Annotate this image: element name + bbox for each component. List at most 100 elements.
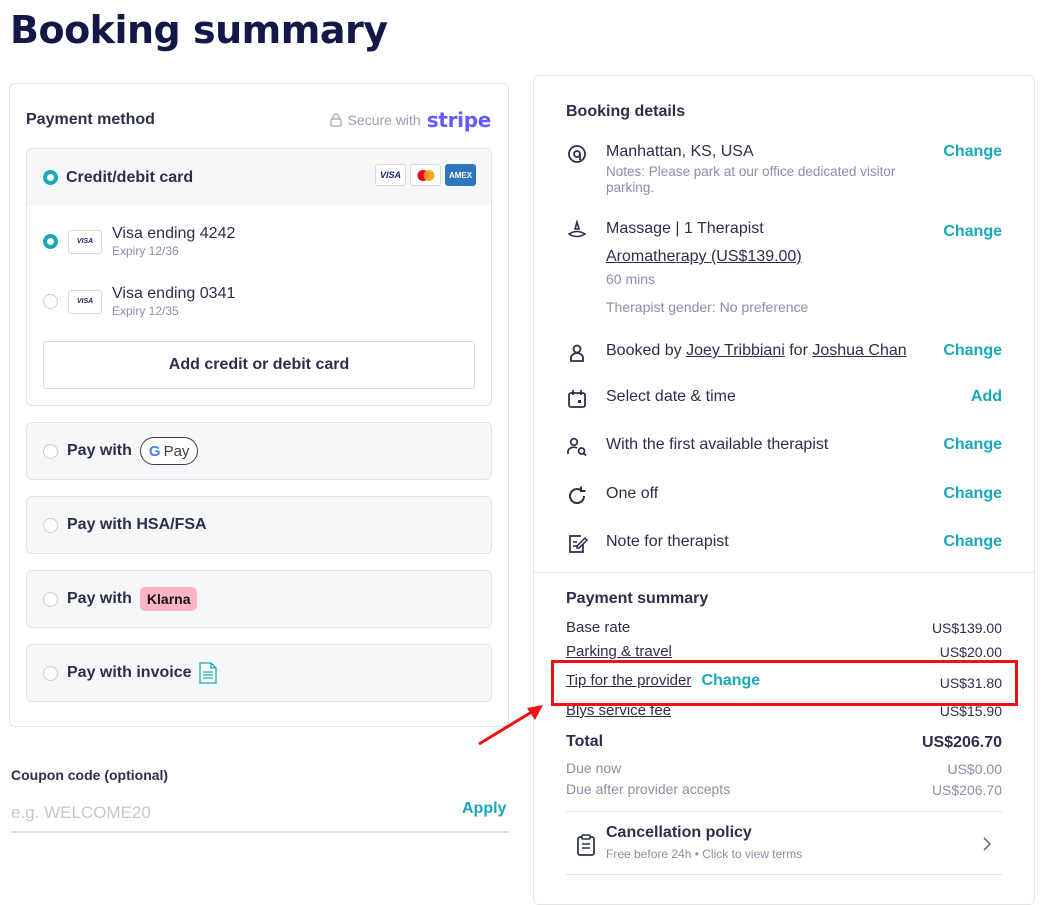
base-rate-label: Base rate <box>566 619 631 636</box>
note-text: Note for therapist <box>606 533 729 550</box>
saved-card-4242[interactable]: VISA Visa ending 4242 Expiry 12/36 <box>43 225 235 258</box>
due-now-row: Due now US$0.00 <box>566 760 1002 777</box>
saved-card-name: Visa ending 0341 <box>112 285 236 302</box>
therapist-row: With the first available therapist Chang… <box>566 436 1002 460</box>
visa-icon: VISA <box>375 164 406 186</box>
page-title: Booking summary <box>10 8 388 52</box>
booked-for-word: for <box>789 342 808 359</box>
calendar-icon <box>568 390 586 408</box>
change-therapist-button[interactable]: Change <box>943 436 1002 454</box>
annotation-arrow-icon <box>478 705 543 746</box>
client-name-link[interactable]: Joshua Chan <box>812 342 906 359</box>
due-after-row: Due after provider accepts US$206.70 <box>566 781 1002 798</box>
gpay-option[interactable]: Pay with G Pay <box>26 422 492 480</box>
booker-name-link[interactable]: Joey Tribbiani <box>686 342 785 359</box>
saved-card-radio[interactable] <box>43 234 58 249</box>
stripe-logo: stripe <box>426 108 492 132</box>
massage-icon <box>567 220 587 238</box>
section-divider <box>534 572 1034 573</box>
gpay-label: Pay with <box>67 442 132 459</box>
due-now-label: Due now <box>566 760 622 776</box>
visa-icon: VISA <box>68 289 102 314</box>
frequency-row: One off Change <box>566 485 1002 509</box>
hsa-option[interactable]: Pay with HSA/FSA <box>26 496 492 554</box>
change-booker-button[interactable]: Change <box>943 342 1002 360</box>
booked-by-row: Booked by Joey Tribbiani for Joshua Chan… <box>566 342 1002 366</box>
add-card-button[interactable]: Add credit or debit card <box>43 341 475 389</box>
base-rate-row: Base rate US$139.00 <box>566 619 1002 636</box>
booking-details-panel: Booking details Manhattan, KS, USA Notes… <box>533 75 1035 905</box>
secure-with-stripe: Secure with stripe <box>329 108 492 132</box>
mastercard-icon <box>410 164 441 186</box>
card-option-label: Credit/debit card <box>66 168 194 186</box>
service-row: Massage | 1 Therapist Aromatherapy (US$1… <box>566 220 1002 320</box>
coupon-label: Coupon code (optional) <box>11 767 169 783</box>
booking-details-title: Booking details <box>566 103 686 120</box>
location-text: Manhattan, KS, USA <box>606 143 754 160</box>
change-frequency-button[interactable]: Change <box>943 485 1002 503</box>
gpay-radio[interactable] <box>43 443 58 459</box>
card-option-radio[interactable] <box>43 170 58 185</box>
saved-card-expiry: Expiry 12/36 <box>112 244 179 258</box>
therapist-gender: Therapist gender: No preference <box>606 299 809 315</box>
payment-summary-title: Payment summary <box>566 590 709 607</box>
visa-icon: VISA <box>68 229 102 254</box>
note-row: Note for therapist Change <box>566 533 1002 557</box>
amex-icon: AMEX <box>445 164 476 186</box>
tip-highlight-box <box>551 660 1018 706</box>
cancellation-policy-row[interactable]: Cancellation policy Free before 24h • Cl… <box>566 824 1002 874</box>
payment-method-title: Payment method <box>26 111 155 128</box>
card-brands: VISA AMEX <box>375 164 476 186</box>
invoice-option[interactable]: Pay with invoice <box>26 644 492 702</box>
total-value: US$206.70 <box>921 734 1002 751</box>
summary-divider <box>566 811 1002 812</box>
frequency-text: One off <box>606 485 659 502</box>
hsa-label: Pay with HSA/FSA <box>67 516 207 533</box>
location-icon <box>568 145 586 163</box>
cancellation-title: Cancellation policy <box>606 824 752 841</box>
treatment-link[interactable]: Aromatherapy (US$139.00) <box>606 248 802 266</box>
repeat-icon <box>569 486 586 505</box>
person-icon <box>570 344 584 362</box>
booked-by-text: Booked by Joey Tribbiani for Joshua Chan <box>606 342 907 360</box>
parking-value: US$20.00 <box>939 644 1002 660</box>
apply-coupon-button[interactable]: Apply <box>462 800 506 818</box>
klarna-radio[interactable] <box>43 591 58 607</box>
hsa-radio[interactable] <box>43 517 58 533</box>
invoice-radio[interactable] <box>43 665 58 681</box>
klarna-logo: Klarna <box>139 587 198 611</box>
booked-by-prefix: Booked by <box>606 342 682 359</box>
chevron-right-icon <box>983 837 992 851</box>
coupon-input[interactable] <box>11 795 509 833</box>
payment-method-panel: Payment method Secure with stripe Credit… <box>9 83 509 727</box>
card-option-header[interactable]: Credit/debit card VISA AMEX <box>27 149 491 206</box>
note-edit-icon <box>569 535 588 553</box>
parking-label[interactable]: Parking & travel <box>566 643 672 660</box>
change-service-button[interactable]: Change <box>943 223 1002 241</box>
base-rate-value: US$139.00 <box>931 620 1002 636</box>
location-row: Manhattan, KS, USA Notes: Please park at… <box>566 143 1002 195</box>
datetime-row: Select date & time Add <box>566 388 1002 412</box>
total-row: Total US$206.70 <box>566 733 1002 751</box>
due-after-label: Due after provider accepts <box>566 781 731 797</box>
klarna-label: Pay with <box>67 590 132 607</box>
google-pay-logo: G Pay <box>139 437 199 465</box>
location-note: Notes: Please park at our office dedicat… <box>606 164 896 195</box>
clipboard-icon <box>577 834 595 856</box>
change-location-button[interactable]: Change <box>943 143 1002 161</box>
cancellation-subtitle: Free before 24h • Click to view terms <box>606 847 803 861</box>
card-payment-option: Credit/debit card VISA AMEX VISA Visa en… <box>26 148 492 406</box>
service-duration: 60 mins <box>606 271 656 287</box>
klarna-option[interactable]: Pay with Klarna <box>26 570 492 628</box>
google-pay-text: Pay <box>163 442 190 460</box>
saved-card-0341[interactable]: VISA Visa ending 0341 Expiry 12/35 <box>43 285 235 318</box>
due-now-value: US$0.00 <box>947 761 1002 777</box>
change-note-button[interactable]: Change <box>943 533 1002 551</box>
datetime-text: Select date & time <box>606 388 736 405</box>
saved-card-name: Visa ending 4242 <box>112 225 236 242</box>
add-datetime-button[interactable]: Add <box>971 388 1002 406</box>
therapist-text: With the first available therapist <box>606 436 829 453</box>
secure-text: Secure with <box>347 112 421 128</box>
invoice-document-icon <box>199 662 218 684</box>
saved-card-radio[interactable] <box>43 294 58 309</box>
